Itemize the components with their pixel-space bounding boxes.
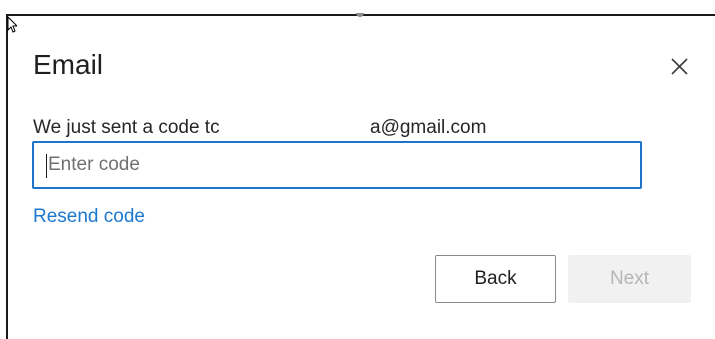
resend-code-link[interactable]: Resend code — [33, 204, 145, 230]
code-input[interactable] — [34, 143, 640, 187]
redacted-email-region — [224, 115, 370, 141]
close-icon[interactable] — [664, 52, 694, 82]
code-sent-message-prefix: We just sent a code tc — [33, 117, 220, 138]
window-left-edge — [6, 14, 8, 339]
mouse-cursor-icon — [7, 16, 17, 33]
code-sent-message-email-suffix: a@gmail.com — [370, 117, 487, 138]
window-edge-notch — [356, 13, 364, 17]
back-button[interactable]: Back — [435, 255, 556, 303]
dialog-title: Email — [33, 49, 104, 80]
text-caret — [46, 154, 47, 178]
email-verification-dialog: Email We just sent a code tc a@gmail.com… — [0, 0, 715, 339]
code-sent-message: We just sent a code tc a@gmail.com — [33, 115, 503, 141]
next-button[interactable]: Next — [568, 255, 691, 303]
code-input-field — [32, 141, 642, 189]
